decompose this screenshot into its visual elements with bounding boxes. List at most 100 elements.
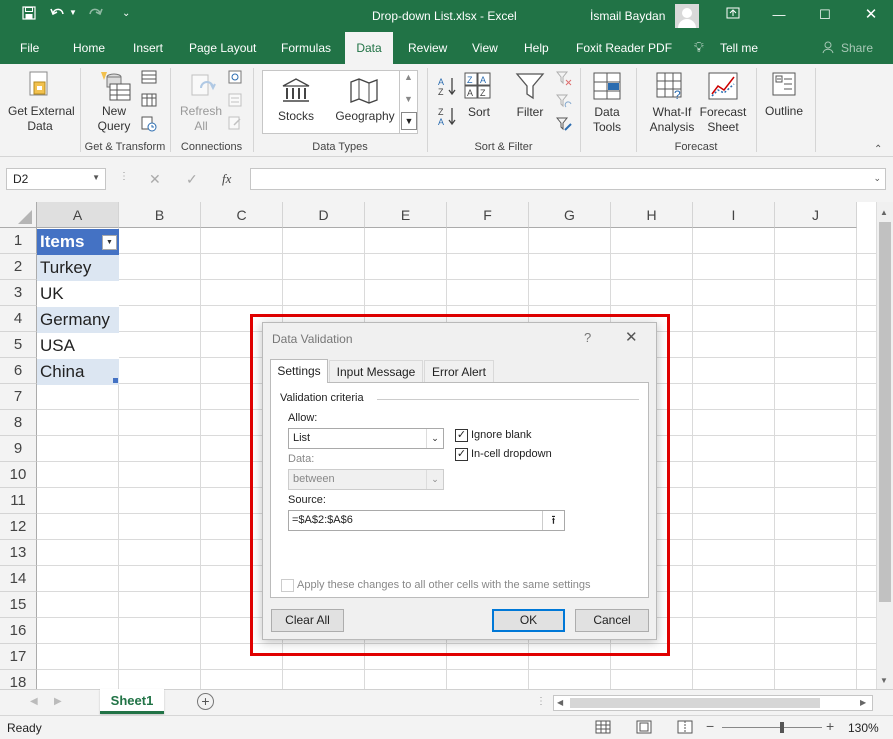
from-table-icon[interactable] xyxy=(141,93,157,112)
tab-insert[interactable]: Insert xyxy=(133,41,163,55)
cell-a5[interactable]: USA xyxy=(37,333,119,359)
in-cell-dropdown-checkbox[interactable]: ✓ xyxy=(455,448,468,461)
source-input[interactable]: =$A$2:$A$6 ⭱ xyxy=(288,510,565,531)
new-query-button[interactable]: New Query xyxy=(90,104,138,134)
column-header-a[interactable]: A xyxy=(37,202,119,228)
formula-input[interactable]: ⌄ xyxy=(250,168,886,190)
next-sheet-icon[interactable]: ▶ xyxy=(54,696,62,707)
tab-split-grip-icon[interactable]: ⋮ xyxy=(536,696,546,707)
expand-formula-bar-icon[interactable]: ⌄ xyxy=(873,173,881,184)
data-select[interactable]: between ⌄ xyxy=(288,469,444,490)
tell-me-search[interactable]: Tell me xyxy=(720,41,758,55)
minimize-icon[interactable]: — xyxy=(767,4,791,26)
row-header-2[interactable]: 2 xyxy=(0,254,37,280)
stocks-icon[interactable] xyxy=(281,78,311,109)
what-if-analysis-button[interactable]: What-If Analysis xyxy=(643,105,701,135)
zoom-in-icon[interactable]: + xyxy=(826,718,834,734)
prev-sheet-icon[interactable]: ◀ xyxy=(30,696,38,707)
redo-icon[interactable] xyxy=(87,6,103,23)
row-header-12[interactable]: 12 xyxy=(0,514,37,540)
cell-a4[interactable]: Germany xyxy=(37,307,119,333)
cell-a3[interactable]: UK xyxy=(37,281,119,307)
tab-review[interactable]: Review xyxy=(408,41,447,55)
data-tools-icon[interactable] xyxy=(593,72,621,105)
close-dialog-icon[interactable]: ✕ xyxy=(625,328,638,346)
tab-page-layout[interactable]: Page Layout xyxy=(189,41,256,55)
vertical-scrollbar[interactable]: ▲ ▼ xyxy=(876,202,893,689)
column-header-h[interactable]: H xyxy=(611,202,693,228)
confirm-entry-icon[interactable]: ✓ xyxy=(186,171,198,188)
refresh-all-icon[interactable] xyxy=(189,72,217,105)
gallery-down-icon[interactable]: ▼ xyxy=(404,94,413,104)
name-box[interactable]: D2 ▼ xyxy=(6,168,106,190)
row-header-13[interactable]: 13 xyxy=(0,540,37,566)
column-header-c[interactable]: C xyxy=(201,202,283,228)
connections-icon[interactable] xyxy=(228,70,242,89)
cancel-entry-icon[interactable]: ✕ xyxy=(149,171,161,188)
cell-a2[interactable]: Turkey xyxy=(37,255,119,281)
ignore-blank-checkbox[interactable]: ✓ xyxy=(455,429,468,442)
share-button[interactable]: Share xyxy=(841,41,873,55)
horizontal-scrollbar[interactable]: ◀ ▶ xyxy=(553,695,873,711)
tab-view[interactable]: View xyxy=(472,41,498,55)
data-dropdown-icon[interactable]: ⌄ xyxy=(426,470,443,489)
apply-all-checkbox[interactable] xyxy=(281,579,294,592)
horizontal-scroll-thumb[interactable] xyxy=(570,698,820,708)
help-button[interactable]: ? xyxy=(584,330,591,345)
column-header-g[interactable]: G xyxy=(529,202,611,228)
clear-filter-icon[interactable] xyxy=(555,70,572,91)
new-query-icon[interactable] xyxy=(98,70,132,107)
row-header-18[interactable]: 18 xyxy=(0,670,37,689)
advanced-filter-icon[interactable] xyxy=(555,116,572,137)
gallery-up-icon[interactable]: ▲ xyxy=(404,72,413,82)
tab-home[interactable]: Home xyxy=(73,41,105,55)
reapply-icon[interactable] xyxy=(555,93,572,114)
ok-button[interactable]: OK xyxy=(492,609,565,632)
geography-button[interactable]: Geography xyxy=(333,109,397,124)
page-break-view-icon[interactable] xyxy=(677,720,693,737)
row-header-8[interactable]: 8 xyxy=(0,410,37,436)
row-header-1[interactable]: 1 xyxy=(0,228,37,254)
zoom-level[interactable]: 130% xyxy=(848,721,879,735)
sort-button[interactable]: Sort xyxy=(460,105,498,120)
column-header-d[interactable]: D xyxy=(283,202,365,228)
row-header-9[interactable]: 9 xyxy=(0,436,37,462)
tab-input-message[interactable]: Input Message xyxy=(329,360,423,382)
row-header-5[interactable]: 5 xyxy=(0,332,37,358)
row-header-15[interactable]: 15 xyxy=(0,592,37,618)
name-box-dropdown-icon[interactable]: ▼ xyxy=(92,173,100,182)
filter-dropdown-icon[interactable]: ▼ xyxy=(102,235,117,250)
tab-help[interactable]: Help xyxy=(524,41,549,55)
data-tools-button[interactable]: Data Tools xyxy=(586,105,628,135)
sheet-tab-sheet1[interactable]: Sheet1 xyxy=(100,689,164,714)
tab-formulas[interactable]: Formulas xyxy=(281,41,331,55)
column-header-j[interactable]: J xyxy=(775,202,857,228)
row-header-3[interactable]: 3 xyxy=(0,280,37,306)
row-header-14[interactable]: 14 xyxy=(0,566,37,592)
get-external-data-icon[interactable] xyxy=(27,70,53,105)
column-header-e[interactable]: E xyxy=(365,202,447,228)
insert-function-icon[interactable]: fx xyxy=(222,171,231,187)
show-queries-icon[interactable] xyxy=(141,70,157,89)
undo-icon[interactable] xyxy=(50,6,66,23)
sort-dialog-icon[interactable]: ZAAZ xyxy=(464,72,492,105)
row-header-16[interactable]: 16 xyxy=(0,618,37,644)
recent-sources-icon[interactable] xyxy=(141,116,157,137)
tab-data[interactable]: Data xyxy=(345,32,393,64)
cell-a1[interactable]: Items ▼ xyxy=(37,229,119,255)
scroll-left-icon[interactable]: ◀ xyxy=(557,698,563,707)
undo-dropdown-icon[interactable]: ▼ xyxy=(69,8,77,17)
sort-z-to-a-icon[interactable]: ZA xyxy=(437,106,457,131)
row-header-7[interactable]: 7 xyxy=(0,384,37,410)
clear-all-button[interactable]: Clear All xyxy=(271,609,344,632)
sort-a-to-z-icon[interactable]: AZ xyxy=(437,76,457,101)
stocks-button[interactable]: Stocks xyxy=(272,109,320,124)
page-layout-view-icon[interactable] xyxy=(636,720,652,737)
collapse-dialog-icon[interactable]: ⭱ xyxy=(542,511,564,530)
row-header-4[interactable]: 4 xyxy=(0,306,37,332)
zoom-out-icon[interactable]: − xyxy=(706,718,714,734)
what-if-analysis-icon[interactable]: ? xyxy=(656,72,684,105)
get-external-data-button[interactable]: Get External Data xyxy=(8,104,75,134)
outline-icon[interactable] xyxy=(772,72,796,101)
cell-a6[interactable]: China xyxy=(37,359,119,385)
